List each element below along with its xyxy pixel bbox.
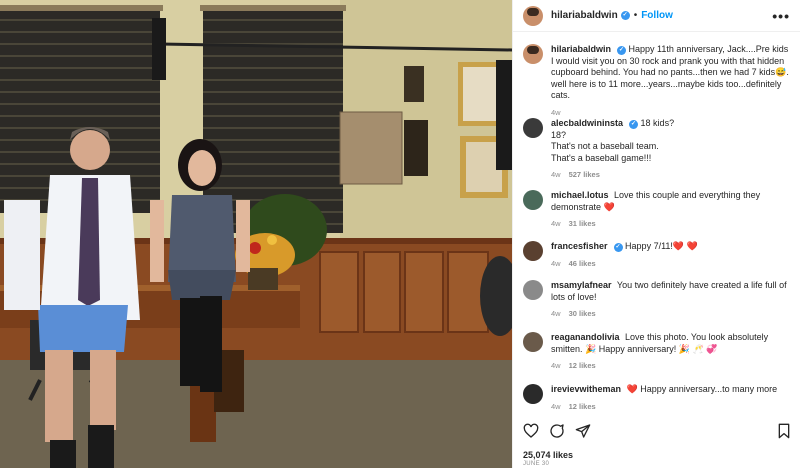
comment-username[interactable]: michael.lotus bbox=[551, 190, 609, 200]
comment-likes[interactable]: 30 likes bbox=[569, 309, 596, 318]
comment-username[interactable]: reaganandolivia bbox=[551, 332, 620, 342]
comment-time: 4w bbox=[551, 219, 561, 229]
comment-username[interactable]: irevievwitheman bbox=[551, 384, 621, 394]
post-actions-bar bbox=[523, 420, 792, 442]
avatar[interactable] bbox=[523, 118, 543, 138]
comment-time: 4w bbox=[551, 309, 561, 319]
comment-username[interactable]: francesfisher bbox=[551, 241, 608, 251]
caption-item: hilariabaldwin ✓ Happy 11th anniversary, … bbox=[523, 44, 792, 119]
comment-time: 4w bbox=[551, 401, 561, 411]
post-date[interactable]: JUNE 30 bbox=[523, 461, 549, 467]
avatar[interactable] bbox=[523, 5, 543, 26]
comment-time: 4w bbox=[551, 361, 561, 371]
caption-time: 4w bbox=[551, 107, 561, 117]
comment-icon[interactable] bbox=[549, 423, 565, 439]
comment-text: That's not a baseball team. bbox=[551, 141, 659, 152]
comment-time: 4w bbox=[551, 258, 561, 268]
comment-username[interactable]: msamylafnear bbox=[551, 280, 612, 290]
verified-badge-icon: ✓ bbox=[613, 243, 623, 252]
comment-time: 4w bbox=[551, 170, 561, 180]
post-photo[interactable] bbox=[0, 0, 512, 468]
comment-item: alecbaldwininsta ✓ 18 kids? 18? That's no… bbox=[523, 118, 792, 181]
comment-text: 18? bbox=[551, 129, 567, 140]
avatar[interactable] bbox=[523, 384, 543, 404]
comment-likes[interactable]: 527 likes bbox=[569, 170, 600, 179]
comment-item: francesfisher ✓ Happy 7/11!❤️ ❤️ 4w 46 lik… bbox=[523, 241, 792, 269]
verified-badge-icon: ✓ bbox=[629, 120, 639, 129]
comment-likes[interactable]: 31 likes bbox=[569, 219, 596, 228]
comment-text: Happy 7/11!❤️ ❤️ bbox=[625, 241, 698, 251]
follow-button[interactable]: Follow bbox=[641, 10, 673, 21]
comments-list[interactable]: hilariabaldwin ✓ Happy 11th anniversary, … bbox=[513, 32, 800, 416]
caption-username[interactable]: hilariabaldwin bbox=[551, 44, 611, 54]
post-side-panel: hilariabaldwin ✓ • Follow ••• hilariabal… bbox=[512, 0, 800, 468]
comment-likes[interactable]: 46 likes bbox=[569, 259, 596, 268]
verified-badge-icon: ✓ bbox=[620, 11, 630, 20]
share-icon[interactable] bbox=[575, 423, 591, 439]
comment-username[interactable]: alecbaldwininsta bbox=[551, 118, 623, 128]
avatar[interactable] bbox=[523, 241, 543, 261]
comment-item: msamylafnear You two definitely have cre… bbox=[523, 280, 792, 320]
comment-item: irevievwitheman ❤️ Happy anniversary...t… bbox=[523, 384, 792, 412]
post-header: hilariabaldwin ✓ • Follow ••• bbox=[513, 0, 800, 32]
comment-text: ❤️ Happy anniversary...to many more bbox=[626, 384, 778, 394]
likes-count[interactable]: 25,074 likes bbox=[523, 450, 573, 460]
post-photo-image bbox=[0, 0, 512, 468]
comment-item: reaganandolivia Love this photo. You loo… bbox=[523, 332, 792, 372]
comment-text: 18 kids? bbox=[640, 118, 675, 128]
author-username[interactable]: hilariabaldwin bbox=[551, 10, 618, 21]
comment-likes[interactable]: 12 likes bbox=[569, 361, 596, 370]
more-options-button[interactable]: ••• bbox=[772, 8, 790, 24]
avatar[interactable] bbox=[523, 44, 543, 64]
comment-likes[interactable]: 12 likes bbox=[569, 402, 596, 411]
comment-item: michael.lotus Love this couple and every… bbox=[523, 190, 792, 230]
separator-dot: • bbox=[633, 10, 638, 21]
comment-text: That's a baseball game!!! bbox=[551, 152, 652, 163]
avatar[interactable] bbox=[523, 332, 543, 352]
verified-badge-icon: ✓ bbox=[617, 46, 627, 55]
bookmark-icon[interactable] bbox=[776, 423, 792, 439]
avatar[interactable] bbox=[523, 280, 543, 300]
avatar[interactable] bbox=[523, 190, 543, 210]
heart-icon[interactable] bbox=[523, 423, 539, 439]
